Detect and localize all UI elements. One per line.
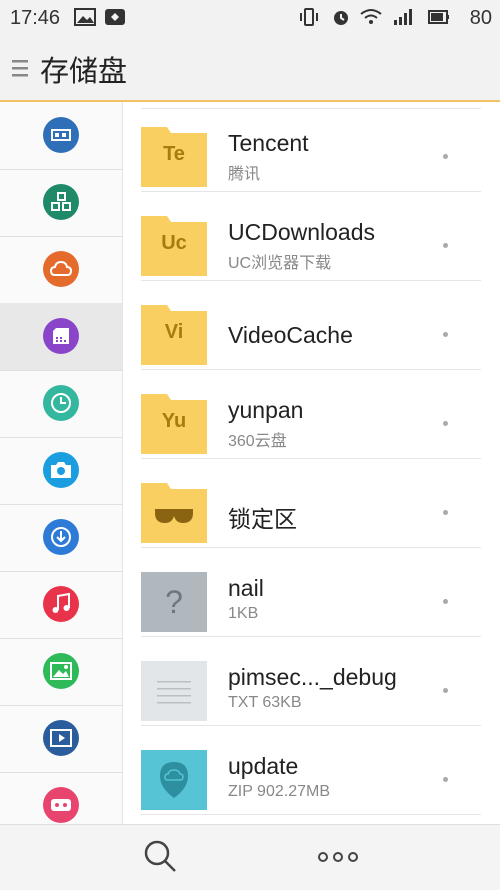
item-menu-icon[interactable] [443, 154, 448, 159]
file-name: VideoCache [228, 322, 353, 348]
page-title: 存储盘 [40, 56, 128, 88]
battery-icon [428, 10, 449, 24]
folder-badge: Yu [161, 410, 187, 432]
wifi-icon [360, 9, 382, 24]
list-item-nail[interactable]: ? nail 1KB [141, 547, 481, 637]
folder-icon: Uc [141, 216, 207, 276]
file-name: update [228, 753, 299, 779]
search-icon[interactable] [142, 838, 178, 874]
status-time: 17:46 [10, 7, 61, 29]
list-item-ucdownloads[interactable]: Uc UCDownloads UC浏览器下载 [141, 191, 481, 281]
item-menu-icon[interactable] [443, 777, 448, 782]
text-file-icon [141, 661, 207, 721]
item-menu-icon[interactable] [443, 243, 448, 248]
file-subtitle: 1KB [228, 605, 259, 622]
file-name: nail [228, 575, 264, 601]
game-icon [43, 787, 79, 823]
cloud-icon [43, 251, 79, 287]
list-item-update[interactable]: update ZIP 902.27MB [141, 725, 481, 815]
file-subtitle: 360云盘 [228, 433, 287, 450]
folder-badge: Vi [164, 321, 184, 343]
sidebar-item-apps[interactable] [0, 169, 122, 237]
item-menu-icon[interactable] [443, 510, 448, 515]
list-item-pimsec-debug[interactable]: pimsec..._debug TXT 63KB [141, 636, 481, 726]
list-item-videocache[interactable]: Vi VideoCache [141, 280, 481, 370]
download-icon [43, 519, 79, 555]
apps-icon [43, 184, 79, 220]
music-icon [43, 586, 79, 622]
video-icon [43, 720, 79, 756]
sidebar-item-downloads[interactable] [0, 504, 122, 572]
battery-level: 80 [469, 7, 492, 29]
sidebar-item-music[interactable] [0, 571, 122, 639]
alarm-icon [334, 11, 348, 25]
file-name: UCDownloads [228, 219, 376, 245]
file-name: pimsec..._debug [228, 664, 397, 690]
app-notification-icon [105, 9, 125, 25]
sidebar-item-recent[interactable] [0, 370, 122, 438]
sidebar-item-camera[interactable] [0, 437, 122, 505]
image-notification-icon [74, 8, 96, 26]
image-icon [43, 653, 79, 689]
folder-icon: Te [141, 127, 207, 187]
more-horizontal-icon[interactable] [318, 851, 358, 863]
hamburger-icon[interactable] [12, 57, 28, 79]
item-menu-icon[interactable] [443, 332, 448, 337]
sidebar-item-images[interactable] [0, 638, 122, 706]
storage-icon [43, 318, 79, 354]
file-name: Tencent [228, 130, 309, 156]
sidebar [0, 102, 123, 824]
list-item-yunpan[interactable]: Yu yunpan 360云盘 [141, 369, 481, 459]
locked-folder-icon [141, 483, 207, 543]
file-subtitle: UC浏览器下载 [228, 255, 332, 272]
file-name: yunpan [228, 397, 304, 423]
item-menu-icon[interactable] [443, 599, 448, 604]
sidebar-item-videos[interactable] [0, 705, 122, 773]
sidebar-item-usb[interactable] [0, 102, 122, 170]
title-bar: 存储盘 [0, 36, 500, 102]
file-subtitle: 腾讯 [228, 166, 261, 183]
list-item-locked-area[interactable]: 锁定区 [141, 458, 481, 548]
camera-icon [43, 452, 79, 488]
folder-icon: Vi [141, 305, 207, 365]
zip-file-icon [141, 750, 207, 810]
bottom-toolbar [0, 824, 500, 890]
unknown-file-badge: ? [165, 584, 183, 620]
list-item-tencent[interactable]: Te Tencent 腾讯 [141, 102, 481, 192]
status-bar: 17:46 80 [0, 0, 500, 36]
sidebar-item-cloud[interactable] [0, 236, 122, 304]
vibrate-icon [300, 8, 318, 26]
folder-icon: Yu [141, 394, 207, 454]
file-subtitle: TXT 63KB [228, 694, 302, 711]
item-menu-icon[interactable] [443, 688, 448, 693]
folder-badge: Uc [161, 232, 187, 254]
signal-icon [394, 9, 412, 25]
folder-badge: Te [163, 143, 185, 165]
item-menu-icon[interactable] [443, 421, 448, 426]
file-subtitle: ZIP 902.27MB [228, 783, 330, 800]
sidebar-item-games[interactable] [0, 772, 122, 824]
usb-icon [43, 117, 79, 153]
file-name: 锁定区 [228, 506, 297, 532]
file-list: Te Tencent 腾讯 Uc UCDownloads UC浏览器下载 Vi … [123, 102, 500, 824]
clock-icon [43, 385, 79, 421]
unknown-file-icon: ? [141, 572, 207, 632]
sidebar-item-storage[interactable] [0, 303, 122, 371]
